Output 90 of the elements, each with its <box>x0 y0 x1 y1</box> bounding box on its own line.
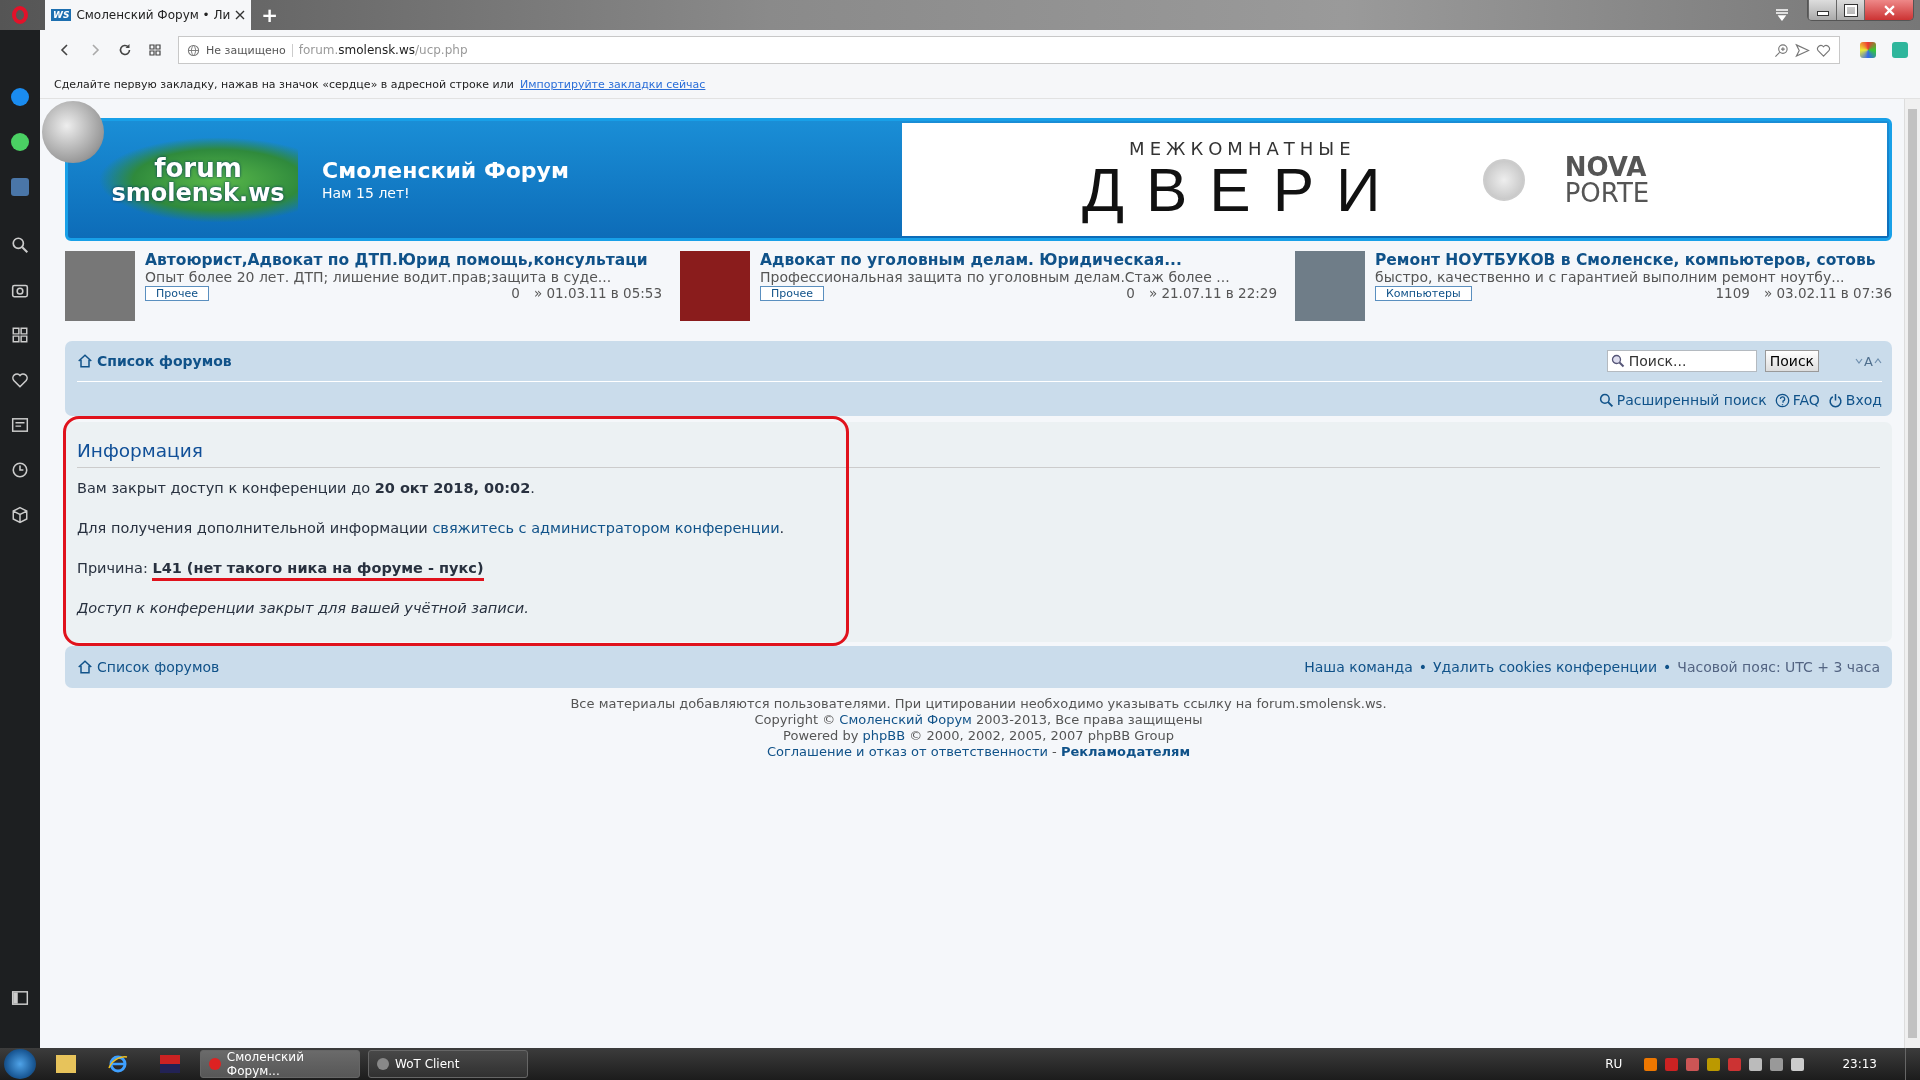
category-tag[interactable]: Компьютеры <box>1375 285 1472 301</box>
search-field[interactable]: Поиск... <box>1606 350 1757 372</box>
import-bookmarks-link[interactable]: Импортируйте закладки сейчас <box>519 77 706 91</box>
heart-icon[interactable] <box>11 371 29 389</box>
ban-message: Вам закрыт доступ к конференции до 20 окт 2018, 00:02. <box>77 480 536 496</box>
browser-icon[interactable] <box>108 1055 128 1073</box>
forum-index-link[interactable]: Список форумов <box>77 353 232 369</box>
separator: - <box>1052 744 1057 759</box>
ad-date: » 03.02.11 в 07:36 <box>1763 285 1892 301</box>
site-title[interactable]: Смоленский Форум <box>322 158 902 183</box>
reload-icon[interactable] <box>118 43 132 57</box>
browser-tab[interactable]: WS Смоленский Форум • Ли <box>45 0 252 30</box>
chevron-up-icon <box>1874 358 1882 364</box>
url-text: forum.smolensk.ws/ucp.php <box>298 43 468 57</box>
site-favicon: WS <box>51 9 72 21</box>
search-icon <box>1598 392 1614 408</box>
bullet-separator: • <box>1418 659 1428 675</box>
ad-description: быстро, качественно и с гарантией выполним ремонт ноутбу... <box>1375 269 1846 285</box>
copyright-notice: Все материалы добавляются пользователями. При цитировании необходимо указывать ссылку на forum.smolensk.ws. <box>570 696 1387 712</box>
font-size-control[interactable]: A <box>1855 353 1882 369</box>
security-label: Не защищено <box>206 43 293 57</box>
heart-icon[interactable] <box>1816 42 1831 58</box>
nav-link[interactable]: FAQ <box>1774 392 1820 408</box>
help-icon <box>1774 392 1790 408</box>
ad-date: » 21.07.11 в 22:29 <box>1148 285 1277 301</box>
category-tag[interactable]: Прочее <box>760 285 825 301</box>
powered-by-line: Powered by phpBB © 2000, 2002, 2005, 2007 phpBB Group <box>783 728 1174 744</box>
search-icon[interactable] <box>11 236 29 254</box>
cube-icon[interactable] <box>11 506 29 524</box>
search-button[interactable]: Поиск <box>1764 350 1820 372</box>
ad-date: » 01.03.11 в 05:53 <box>533 285 662 301</box>
ad-description: Опыт более 20 лет. ДТП; лишение водит.прав;защита в суде... <box>145 269 613 285</box>
bookmark-hint-text: Сделайте первую закладку, нажав на значок «сердце» в адресной строке или <box>54 77 514 91</box>
home-icon <box>77 353 93 369</box>
send-icon[interactable] <box>1795 42 1810 58</box>
reason-label: Причина: <box>77 560 148 576</box>
globe-icon <box>187 43 200 57</box>
category-tag[interactable]: Прочее <box>145 285 210 301</box>
ad-title-link[interactable]: Адвокат по уголовным делам. Юридическая... <box>760 251 1277 269</box>
site-description: Нам 15 лет! <box>322 185 411 201</box>
scrollbar[interactable] <box>1904 99 1920 1048</box>
ad-title-link[interactable]: Ремонт НОУТБУКОВ в Смоленске, компьютеров, сотовь <box>1375 251 1892 269</box>
clock-icon[interactable] <box>11 461 29 479</box>
ad-banner[interactable]: МЕЖКОМНАТНЫЕ ДВЕРИ NOVA PORTE <box>902 123 1887 236</box>
timezone-label: Часовой пояс: UTC + 3 часа <box>1677 659 1880 675</box>
phpbb-link[interactable]: phpBB <box>862 728 906 743</box>
ad-title-link[interactable]: Автоюрист,Адвокат по ДТП.Юрид помощь,консультаци <box>145 251 662 269</box>
system-tray-icons[interactable] <box>1644 1057 1805 1071</box>
home-icon <box>77 659 93 675</box>
view-count: 0 <box>511 285 520 301</box>
ad-description: Профессиональная защита по уголовным делам.Стаж более ... <box>760 269 1231 285</box>
search-icon <box>1610 354 1625 368</box>
copyright-line: Copyright © Смоленский Форум 2003-2013, Все права защищены <box>754 712 1203 728</box>
news-icon[interactable] <box>11 416 29 434</box>
terms-link[interactable]: Соглашение и отказ от ответственности <box>766 744 1048 759</box>
forum-logo[interactable]: forum smolensk.ws <box>98 136 298 223</box>
nav-link[interactable]: Расширенный поиск <box>1598 392 1767 408</box>
chevron-down-icon <box>1855 358 1864 364</box>
ban-reason: L41 (нет такого ника на форуме - пукс) <box>152 560 484 581</box>
zoom-icon[interactable] <box>1774 42 1789 58</box>
taskbar-task[interactable]: Смоленский Форум... <box>200 1050 360 1078</box>
view-count: 1109 <box>1715 285 1750 301</box>
site-link[interactable]: Смоленский Форум <box>839 712 972 727</box>
new-tab-button[interactable]: + <box>251 0 289 30</box>
address-field[interactable]: Не защищено forum.smolensk.ws/ucp.php <box>178 36 1840 64</box>
advertisers-link[interactable]: Рекламодателям <box>1060 744 1191 759</box>
contact-message: Для получения дополнительной информации свяжитесь с администратором конференции. <box>77 520 786 536</box>
contact-admin-link[interactable]: свяжитесь с администратором конференции <box>432 520 780 536</box>
close-icon[interactable] <box>235 10 246 20</box>
sidebar-toggle-icon[interactable] <box>11 989 29 1007</box>
nav-link[interactable]: Вход <box>1827 392 1882 408</box>
panel-title: Информация <box>77 440 204 461</box>
power-icon <box>1827 392 1843 408</box>
grid-icon[interactable] <box>148 43 162 57</box>
taskbar-task[interactable]: WoT Client <box>368 1050 528 1078</box>
start-button[interactable] <box>4 1049 36 1079</box>
account-note: Доступ к конференции закрыт для вашей учётной записи. <box>77 600 530 616</box>
app-icon[interactable] <box>160 1055 180 1073</box>
view-count: 0 <box>1126 285 1135 301</box>
forum-index-link[interactable]: Список форумов <box>77 659 220 675</box>
close-window-button[interactable] <box>1864 0 1913 20</box>
footer-link[interactable]: Удалить cookies конференции <box>1433 659 1658 675</box>
footer-link[interactable]: Наша команда <box>1304 659 1413 675</box>
tab-menu-icon[interactable] <box>1775 9 1789 21</box>
language-indicator[interactable]: RU <box>1605 1057 1623 1071</box>
bullet-separator: • <box>1663 659 1672 675</box>
restore-button[interactable] <box>1836 0 1864 20</box>
minimize-button[interactable] <box>1808 0 1836 20</box>
clock[interactable]: 23:13 <box>1842 1057 1877 1071</box>
close-icon <box>1883 4 1895 16</box>
